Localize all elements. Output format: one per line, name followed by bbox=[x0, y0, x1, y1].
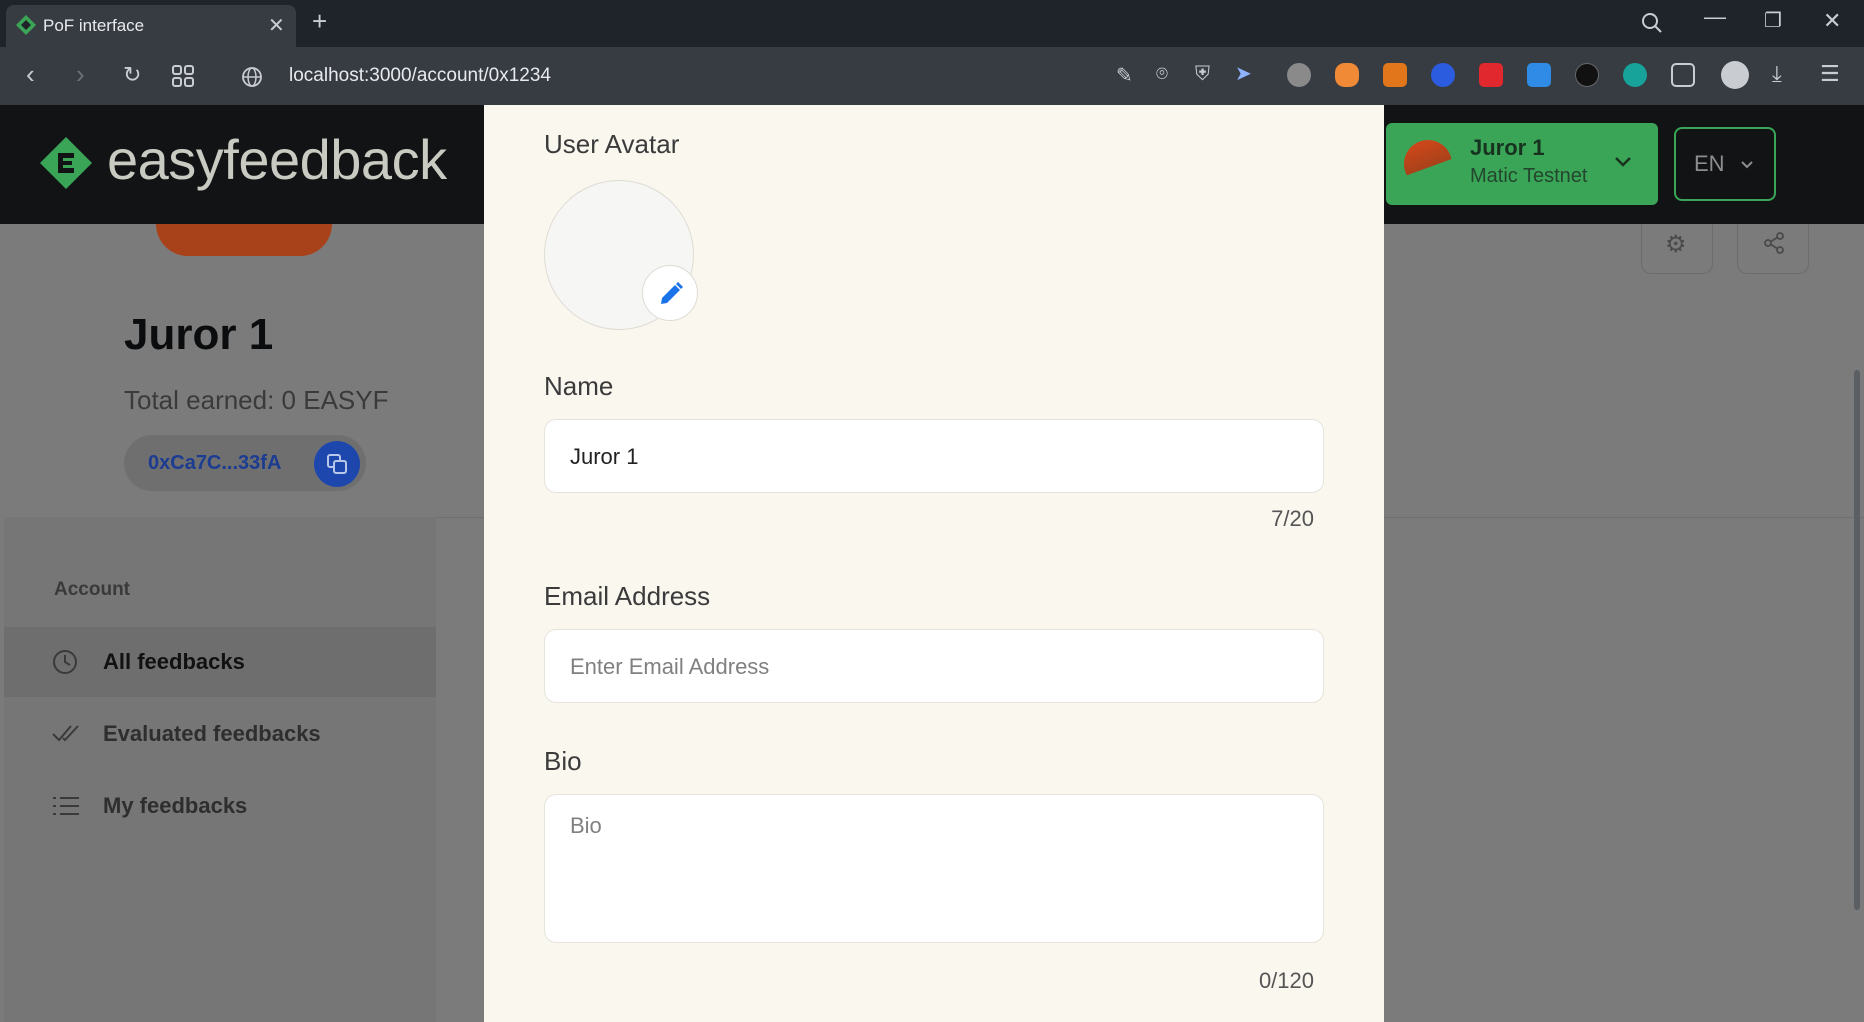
email-label: Email Address bbox=[544, 581, 711, 611]
url-field[interactable]: localhost:3000/account/0x1234 bbox=[289, 65, 551, 87]
sidebar-item-label: Evaluated feedbacks bbox=[103, 721, 321, 746]
forward-icon[interactable]: › bbox=[76, 61, 85, 87]
easyfeedback-logo-icon bbox=[40, 137, 92, 189]
wallet-account-button[interactable]: Juror 1 Matic Testnet bbox=[1386, 123, 1658, 205]
sidebar-item-label: My feedbacks bbox=[103, 793, 248, 818]
extension-star-icon[interactable] bbox=[1575, 63, 1599, 87]
account-sidebar: Account All feedbacks Evaluated feedback… bbox=[4, 517, 436, 1022]
page-scrollbar[interactable] bbox=[1854, 370, 1860, 910]
chevron-down-icon bbox=[1615, 157, 1631, 167]
avatar-label: User Avatar bbox=[544, 129, 680, 159]
sidebar-item-my-feedbacks[interactable]: My feedbacks bbox=[4, 771, 436, 841]
search-tabs-icon[interactable] bbox=[1641, 12, 1663, 34]
name-input[interactable]: Juror 1 bbox=[544, 419, 1324, 493]
metamask-icon[interactable] bbox=[1383, 63, 1407, 87]
site-favicon-icon bbox=[16, 15, 36, 35]
wallet-avatar bbox=[1404, 140, 1452, 188]
new-tab-icon[interactable]: + bbox=[312, 8, 327, 34]
wallet-network: Matic Testnet bbox=[1470, 165, 1588, 187]
sidebar-item-evaluated-feedbacks[interactable]: Evaluated feedbacks bbox=[4, 699, 436, 769]
extension-flame-icon[interactable] bbox=[1335, 63, 1359, 87]
gear-icon: ⚙ bbox=[1665, 231, 1687, 258]
extension-circle-icon[interactable] bbox=[1287, 63, 1311, 87]
profile-avatar bbox=[156, 224, 332, 256]
email-input[interactable]: Enter Email Address bbox=[544, 629, 1324, 703]
download-icon[interactable]: ⤓ bbox=[1772, 63, 1782, 85]
close-tab-icon[interactable]: ✕ bbox=[268, 15, 285, 37]
language-code: EN bbox=[1694, 151, 1725, 176]
reload-icon[interactable]: ↻ bbox=[123, 64, 141, 86]
close-window-icon[interactable]: ✕ bbox=[1823, 10, 1841, 32]
edit-page-icon[interactable]: ✎ bbox=[1116, 65, 1133, 87]
settings-sliders-icon[interactable]: ☰ bbox=[1820, 63, 1840, 85]
globe-icon bbox=[242, 67, 262, 87]
email-placeholder: Enter Email Address bbox=[570, 654, 770, 679]
wallet-address: 0xCa7C...33fA bbox=[148, 452, 282, 474]
sidebar-item-label: All feedbacks bbox=[103, 649, 245, 674]
extension-ring-icon[interactable] bbox=[1431, 63, 1455, 87]
tab-title: PoF interface bbox=[43, 16, 145, 35]
extension-a-icon[interactable] bbox=[1623, 63, 1647, 87]
tab-grid-icon[interactable] bbox=[172, 65, 194, 87]
browser-tab-bar: PoF interface ✕ + — ❐ ✕ bbox=[0, 0, 1864, 47]
wallet-account-name: Juror 1 bbox=[1470, 135, 1545, 160]
browser-tab[interactable]: PoF interface ✕ bbox=[6, 5, 296, 47]
language-selector[interactable]: EN bbox=[1674, 127, 1776, 201]
bio-placeholder: Bio bbox=[570, 813, 602, 838]
settings-button[interactable]: ⚙ bbox=[1641, 224, 1713, 274]
site-logo-text[interactable]: easyfeedback bbox=[107, 127, 447, 192]
total-earned: Total earned: 0 EASYF bbox=[124, 385, 389, 415]
restore-icon[interactable]: ❐ bbox=[1764, 10, 1782, 32]
sidebar-title: Account bbox=[54, 579, 130, 600]
bio-textarea[interactable]: Bio bbox=[544, 794, 1324, 943]
share-icon bbox=[1764, 232, 1784, 254]
back-icon[interactable]: ‹ bbox=[26, 61, 35, 87]
bio-char-counter: 0/120 bbox=[1258, 968, 1314, 993]
copy-address-button[interactable] bbox=[314, 441, 360, 487]
wallet-address-pill: 0xCa7C...33fA bbox=[124, 435, 366, 491]
name-input-value: Juror 1 bbox=[570, 444, 639, 469]
edit-profile-modal: User Avatar Name Juror 1 7/20 Email Addr… bbox=[484, 105, 1384, 1022]
bio-label: Bio bbox=[544, 746, 582, 776]
chevron-down-icon bbox=[1741, 161, 1753, 169]
extension-k-icon[interactable] bbox=[1527, 63, 1551, 87]
pencil-icon bbox=[661, 282, 683, 304]
minimize-icon[interactable]: — bbox=[1704, 6, 1726, 28]
extension-cube-icon[interactable] bbox=[1671, 63, 1695, 87]
share-button[interactable] bbox=[1737, 224, 1809, 274]
sidebar-item-all-feedbacks[interactable]: All feedbacks bbox=[4, 627, 436, 697]
double-check-icon bbox=[52, 725, 79, 742]
extension-m-icon[interactable] bbox=[1479, 63, 1503, 87]
profile-avatar-icon[interactable] bbox=[1721, 61, 1749, 89]
list-icon bbox=[53, 797, 79, 815]
name-char-counter: 7/20 bbox=[1271, 506, 1314, 531]
copy-icon bbox=[327, 454, 347, 474]
edit-avatar-button[interactable] bbox=[642, 265, 698, 321]
name-label: Name bbox=[544, 371, 614, 401]
camera-icon[interactable]: ⌾ bbox=[1156, 63, 1168, 85]
shield-icon[interactable]: ⛨ bbox=[1195, 63, 1210, 85]
profile-name: Juror 1 bbox=[124, 310, 274, 359]
clock-icon bbox=[53, 650, 77, 674]
send-icon[interactable]: ➤ bbox=[1235, 63, 1252, 85]
